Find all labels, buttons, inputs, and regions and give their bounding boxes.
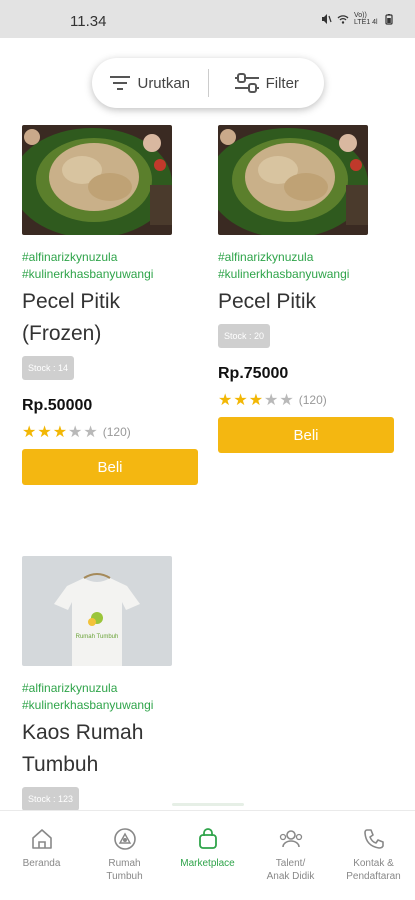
tag-category[interactable]: #kulinerkhasbanyuwangi: [22, 266, 200, 283]
star-empty-icon: ★: [264, 392, 279, 409]
star-empty-icon: ★: [68, 424, 83, 441]
buy-button[interactable]: Beli: [22, 449, 198, 485]
nav-marketplace[interactable]: Marketplace: [170, 825, 245, 900]
nav-label: Pendaftaran: [346, 871, 401, 882]
sort-button[interactable]: Urutkan: [92, 58, 208, 108]
rating-count: (120): [298, 393, 327, 407]
product-price: Rp.50000: [22, 397, 93, 414]
tag-author[interactable]: #alfinarizkynuzula: [22, 680, 200, 697]
stock-badge: Stock : 123: [22, 787, 80, 811]
product-title-line: (Frozen): [22, 322, 102, 345]
tag-author[interactable]: #alfinarizkynuzula: [218, 249, 396, 266]
product-image-pecel-pitik[interactable]: [218, 125, 368, 235]
nav-label: Kontak &: [353, 858, 394, 869]
nav-beranda[interactable]: Beranda: [4, 825, 79, 900]
wifi-icon: [337, 15, 349, 24]
nav-label: Tumbuh: [106, 871, 143, 882]
nav-talent[interactable]: Talent/ Anak Didik: [253, 825, 328, 900]
product-rating: ★ ★ ★ ★ ★ (120): [218, 390, 396, 410]
nav-kontak[interactable]: Kontak & Pendaftaran: [336, 825, 411, 900]
product-title-line: Kaos Rumah: [22, 721, 144, 744]
filter-label: Filter: [265, 74, 299, 92]
home-icon: [31, 829, 52, 849]
nav-label: Anak Didik: [266, 871, 315, 882]
sort-icon: [110, 76, 131, 90]
star-icon: ★: [248, 392, 264, 409]
product-title[interactable]: Kaos Rumah Tumbuh: [22, 717, 200, 781]
battery-icon: [385, 14, 393, 25]
product-tags: #alfinarizkynuzula #kulinerkhasbanyuwang…: [22, 680, 200, 714]
sort-filter-bar: Urutkan Filter: [92, 58, 324, 108]
phone-icon: [363, 829, 384, 849]
nav-label: Marketplace: [180, 858, 235, 869]
product-title-line: Tumbuh: [22, 753, 99, 776]
shirt-logo-text: Rumah Tumbuh: [76, 634, 119, 640]
star-icon: ★: [52, 424, 68, 441]
buy-button[interactable]: Beli: [218, 417, 394, 453]
nav-label: Talent/: [275, 858, 306, 869]
product-card[interactable]: Rumah Tumbuh #alfinarizkynuzula #kuliner…: [22, 556, 200, 811]
status-bar: 11.34 Vo)) LTE1 4l: [0, 0, 415, 38]
building-icon: [113, 828, 136, 850]
product-title[interactable]: Pecel Pitik (Frozen): [22, 286, 200, 350]
scroll-indicator: [172, 803, 244, 806]
star-empty-icon: ★: [279, 392, 294, 409]
product-price: Rp.75000: [218, 365, 289, 382]
product-image-kaos-rumah-tumbuh[interactable]: Rumah Tumbuh: [22, 556, 172, 666]
product-tags: #alfinarizkynuzula #kulinerkhasbanyuwang…: [218, 249, 396, 283]
product-tags: #alfinarizkynuzula #kulinerkhasbanyuwang…: [22, 249, 200, 283]
product-card[interactable]: #alfinarizkynuzula #kulinerkhasbanyuwang…: [22, 125, 200, 485]
tag-category[interactable]: #kulinerkhasbanyuwangi: [22, 697, 200, 714]
product-title-line: Pecel Pitik: [22, 290, 121, 313]
bottom-nav: Beranda Rumah Tumbuh Marketplace Talent/…: [0, 810, 415, 900]
shopping-bag-icon: [198, 828, 217, 849]
product-title[interactable]: Pecel Pitik: [218, 286, 396, 318]
star-icon: ★: [37, 424, 52, 441]
product-image-pecel-pitik-frozen[interactable]: [22, 125, 172, 235]
product-card[interactable]: #alfinarizkynuzula #kulinerkhasbanyuwang…: [218, 125, 396, 453]
stock-badge: Stock : 14: [22, 356, 75, 380]
star-empty-icon: ★: [83, 424, 98, 441]
nav-label: Beranda: [22, 858, 61, 869]
star-icon: ★: [233, 392, 248, 409]
mute-icon: [322, 14, 332, 24]
stock-badge: Stock : 20: [218, 324, 271, 348]
nav-rumah-tumbuh[interactable]: Rumah Tumbuh: [87, 825, 162, 900]
tag-author[interactable]: #alfinarizkynuzula: [22, 249, 200, 266]
network-label: Vo)) LTE1 4l: [354, 12, 378, 26]
tag-category[interactable]: #kulinerkhasbanyuwangi: [218, 266, 396, 283]
filter-sliders-icon: [234, 73, 259, 93]
status-time: 11.34: [70, 13, 107, 30]
nav-label: Rumah: [108, 858, 141, 869]
star-icon: ★: [22, 424, 37, 441]
status-icons: Vo)) LTE1 4l: [320, 12, 395, 26]
product-rating: ★ ★ ★ ★ ★ (120): [22, 422, 200, 442]
people-icon: [279, 830, 302, 848]
rating-count: (120): [102, 425, 131, 439]
sort-label: Urutkan: [137, 74, 191, 92]
filter-button[interactable]: Filter: [209, 58, 325, 108]
star-icon: ★: [218, 392, 233, 409]
